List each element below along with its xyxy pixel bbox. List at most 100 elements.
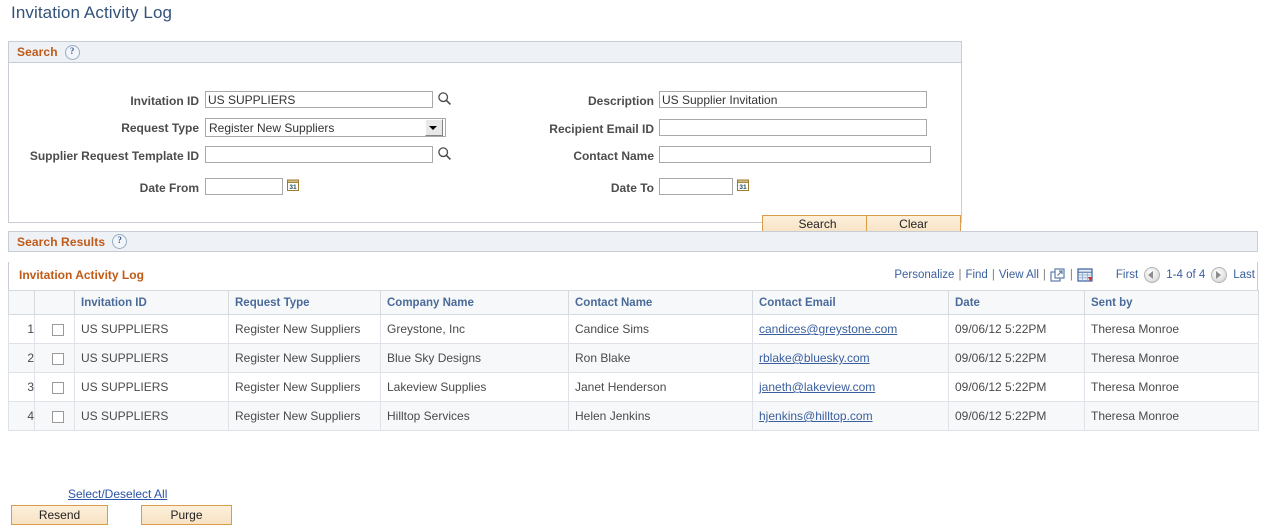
select-deselect-all-link[interactable]: Select/Deselect All <box>68 487 167 501</box>
cell-date: 09/06/12 5:22PM <box>948 401 1085 431</box>
next-page-icon[interactable] <box>1211 267 1228 283</box>
date-to-input[interactable] <box>659 178 733 195</box>
contact-name-label: Contact Name <box>573 149 654 163</box>
find-link[interactable]: Find <box>965 269 987 281</box>
header-invitation-id[interactable]: Invitation ID <box>74 290 229 315</box>
results-grid: Invitation Activity Log Personalize | Fi… <box>8 262 1259 431</box>
cell-company-name: Lakeview Supplies <box>380 372 569 402</box>
date-from-input[interactable] <box>205 178 283 195</box>
cell-invitation-id: US SUPPLIERS <box>74 343 229 373</box>
contact-email-link[interactable]: hjenkins@hilltop.com <box>759 409 873 423</box>
results-panel-header: Search Results ? <box>8 231 1258 252</box>
description-input[interactable] <box>659 91 927 108</box>
recipient-email-id-label: Recipient Email ID <box>549 122 654 136</box>
table-header-row: Invitation ID Request Type Company Name … <box>8 290 1259 315</box>
contact-email-link[interactable]: janeth@lakeview.com <box>759 380 875 394</box>
cell-company-name: Greystone, Inc <box>380 314 569 344</box>
row-checkbox[interactable] <box>51 323 64 336</box>
resend-button[interactable]: Resend <box>11 505 108 525</box>
previous-page-icon[interactable] <box>1144 267 1161 283</box>
invitation-activity-table: Invitation ID Request Type Company Name … <box>8 290 1259 431</box>
header-sent-by[interactable]: Sent by <box>1084 290 1259 315</box>
cell-contact-name: Helen Jenkins <box>568 401 753 431</box>
pager: First 1-4 of 4 Last <box>1116 267 1255 283</box>
supplier-request-template-id-input[interactable] <box>205 146 433 163</box>
cell-request-type: Register New Suppliers <box>228 343 381 373</box>
separator: | <box>1069 269 1073 281</box>
row-select-cell[interactable] <box>34 343 75 373</box>
invitation-id-label: Invitation ID <box>130 94 199 108</box>
cell-sent-by: Theresa Monroe <box>1084 314 1259 344</box>
recipient-email-id-input[interactable] <box>659 119 927 136</box>
row-select-cell[interactable] <box>34 372 75 402</box>
cell-sent-by: Theresa Monroe <box>1084 401 1259 431</box>
magnifier-icon[interactable] <box>437 146 452 161</box>
header-rownum <box>8 290 35 315</box>
cell-request-type: Register New Suppliers <box>228 314 381 344</box>
svg-text:31: 31 <box>289 184 297 191</box>
help-icon[interactable]: ? <box>64 44 80 60</box>
grid-caption: Invitation Activity Log <box>19 268 144 282</box>
row-select-cell[interactable] <box>34 401 75 431</box>
row-checkbox[interactable] <box>51 352 64 365</box>
header-request-type[interactable]: Request Type <box>228 290 381 315</box>
date-to-label: Date To <box>610 181 654 195</box>
search-panel-title: Search <box>17 45 58 59</box>
svg-text:31: 31 <box>739 184 747 191</box>
cell-date: 09/06/12 5:22PM <box>948 314 1085 344</box>
chevron-down-icon[interactable] <box>425 119 443 136</box>
table-row: 3 US SUPPLIERS Register New Suppliers La… <box>8 372 1259 402</box>
cell-contact-email: candices@greystone.com <box>752 314 949 344</box>
header-select <box>34 290 75 315</box>
row-number: 1 <box>8 314 35 344</box>
row-checkbox[interactable] <box>51 410 64 423</box>
cell-contact-email: rblake@bluesky.com <box>752 343 949 373</box>
download-to-excel-icon[interactable] <box>1077 267 1094 283</box>
view-all-link[interactable]: View All <box>999 269 1039 281</box>
calendar-icon[interactable]: 31 <box>286 178 300 192</box>
supplier-request-template-id-label: Supplier Request Template ID <box>29 149 199 163</box>
cell-contact-name: Ron Blake <box>568 343 753 373</box>
cell-contact-email: hjenkins@hilltop.com <box>752 401 949 431</box>
purge-button[interactable]: Purge <box>141 505 232 525</box>
grid-tools: Personalize | Find | View All | | First … <box>894 267 1255 283</box>
separator: | <box>958 269 962 281</box>
page-title: Invitation Activity Log <box>11 3 173 22</box>
cell-company-name: Blue Sky Designs <box>380 343 569 373</box>
cell-date: 09/06/12 5:22PM <box>948 372 1085 402</box>
invitation-activity-log-page: Invitation Activity Log Search ? Invitat… <box>0 0 1282 532</box>
results-panel-title: Search Results <box>17 234 106 249</box>
cell-contact-name: Candice Sims <box>568 314 753 344</box>
cell-request-type: Register New Suppliers <box>228 372 381 402</box>
cell-date: 09/06/12 5:22PM <box>948 343 1085 373</box>
results-panel: Search Results ? <box>8 231 1258 252</box>
calendar-icon[interactable]: 31 <box>736 178 750 192</box>
header-company-name[interactable]: Company Name <box>380 290 569 315</box>
request-type-select[interactable]: Register New Suppliers <box>205 118 446 137</box>
table-row: 2 US SUPPLIERS Register New Suppliers Bl… <box>8 343 1259 373</box>
last-page-link[interactable]: Last <box>1233 269 1255 281</box>
contact-email-link[interactable]: candices@greystone.com <box>759 322 897 336</box>
header-contact-name[interactable]: Contact Name <box>568 290 753 315</box>
contact-email-link[interactable]: rblake@bluesky.com <box>759 351 870 365</box>
search-panel-header: Search ? <box>9 42 961 63</box>
row-number: 2 <box>8 343 35 373</box>
first-page-link[interactable]: First <box>1116 269 1138 281</box>
invitation-id-input[interactable] <box>205 91 433 108</box>
search-panel: Search ? Invitation ID Request Type Regi… <box>8 41 962 234</box>
magnifier-icon[interactable] <box>437 91 452 106</box>
row-checkbox[interactable] <box>51 381 64 394</box>
contact-name-input[interactable] <box>659 146 931 163</box>
table-row: 1 US SUPPLIERS Register New Suppliers Gr… <box>8 314 1259 344</box>
cell-contact-email: janeth@lakeview.com <box>752 372 949 402</box>
personalize-link[interactable]: Personalize <box>894 269 954 281</box>
expand-grid-icon[interactable] <box>1050 267 1066 283</box>
cell-sent-by: Theresa Monroe <box>1084 343 1259 373</box>
header-contact-email[interactable]: Contact Email <box>752 290 949 315</box>
cell-invitation-id: US SUPPLIERS <box>74 372 229 402</box>
header-date[interactable]: Date <box>948 290 1085 315</box>
row-select-cell[interactable] <box>34 314 75 344</box>
help-icon[interactable]: ? <box>112 234 128 249</box>
request-type-value: Register New Suppliers <box>209 120 335 135</box>
cell-company-name: Hilltop Services <box>380 401 569 431</box>
